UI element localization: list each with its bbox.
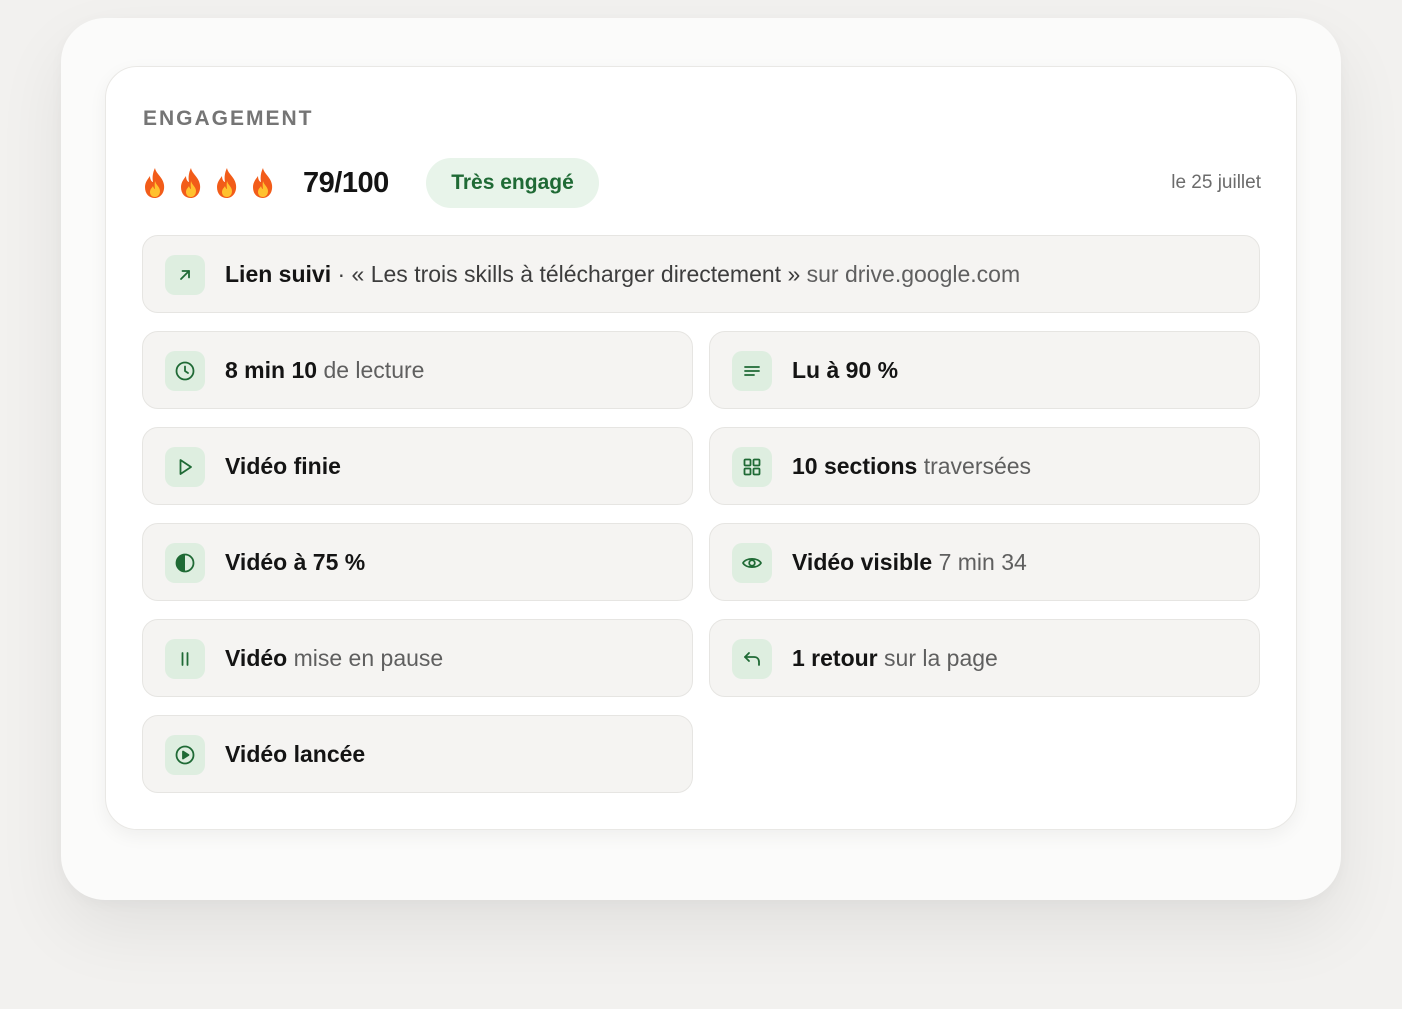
link-followed-text: Lien suivi · « Les trois skills à téléch…	[225, 261, 1021, 287]
status-badge: Très engagé	[426, 158, 599, 208]
engagement-card: ENGAGEMENT 79/100 Très engagé le 25 juil…	[105, 66, 1297, 830]
fire-icon	[181, 168, 201, 198]
pause-icon	[165, 639, 205, 679]
video-started-text: Vidéo lancée	[225, 741, 366, 767]
video-75-text: Vidéo à 75 %	[225, 549, 366, 575]
read-percent-text: Lu à 90 %	[792, 357, 899, 383]
reading-time-row[interactable]: 8 min 10 de lecture	[142, 331, 693, 409]
video-paused-text: Vidéo mise en pause	[225, 645, 444, 671]
video-finished-text: Vidéo finie	[225, 453, 341, 479]
arrow-up-right-icon	[165, 255, 205, 295]
video-visible-text: Vidéo visible 7 min 34	[792, 549, 1027, 575]
clock-icon	[165, 351, 205, 391]
engagement-score: 79/100	[303, 167, 389, 199]
video-paused-row[interactable]: Vidéo mise en pause	[142, 619, 693, 697]
play-circle-icon	[165, 735, 205, 775]
video-finished-row[interactable]: Vidéo finie	[142, 427, 693, 505]
reading-time-text: 8 min 10 de lecture	[225, 357, 425, 383]
half-circle-icon	[165, 543, 205, 583]
fire-icon	[217, 168, 237, 198]
flame-rating	[141, 165, 277, 201]
sections-row[interactable]: 10 sections traversées	[709, 427, 1260, 505]
eye-icon	[732, 543, 772, 583]
return-arrow-icon	[732, 639, 772, 679]
play-icon	[165, 447, 205, 487]
link-followed-row[interactable]: Lien suivi · « Les trois skills à téléch…	[142, 235, 1260, 313]
video-75-row[interactable]: Vidéo à 75 %	[142, 523, 693, 601]
video-started-row[interactable]: Vidéo lancée	[142, 715, 693, 793]
sections-text: 10 sections traversées	[792, 453, 1032, 479]
event-date: le 25 juillet	[1171, 172, 1261, 193]
outer-panel: ENGAGEMENT 79/100 Très engagé le 25 juil…	[61, 18, 1341, 900]
return-page-text: 1 retour sur la page	[792, 645, 998, 671]
lines-icon	[732, 351, 772, 391]
return-page-row[interactable]: 1 retour sur la page	[709, 619, 1260, 697]
fire-icon	[253, 168, 273, 198]
fire-icon	[145, 168, 165, 198]
read-percent-row[interactable]: Lu à 90 %	[709, 331, 1260, 409]
grid-icon	[732, 447, 772, 487]
video-visible-row[interactable]: Vidéo visible 7 min 34	[709, 523, 1260, 601]
section-label: ENGAGEMENT	[143, 107, 314, 130]
